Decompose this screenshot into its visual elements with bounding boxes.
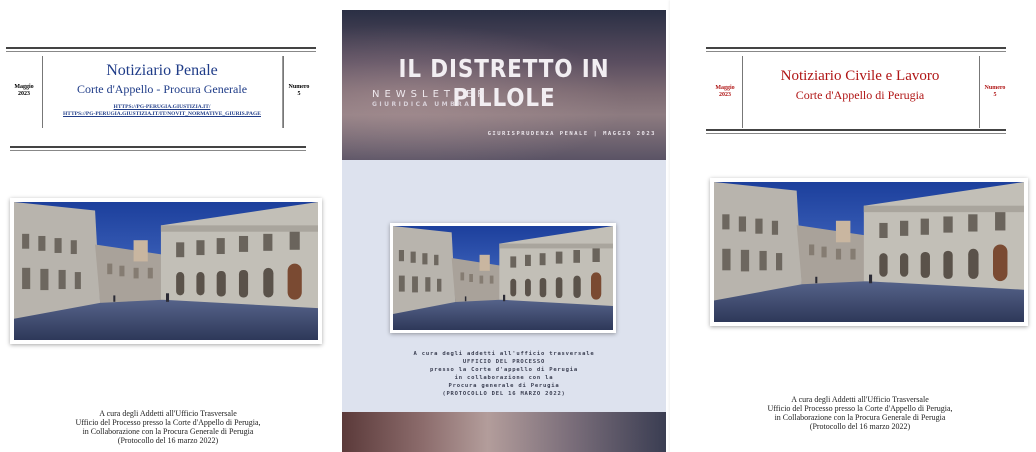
- credits-line: Procura generale di Perugia: [448, 383, 560, 389]
- credits-line: A cura degli Addetti all'Ufficio Trasver…: [791, 395, 929, 404]
- credits-line: Ufficio del Processo presso la Corte d'A…: [767, 404, 953, 413]
- credits-line: in collaborazione con la: [454, 375, 554, 381]
- credits-line: A cura degli Addetti all'Ufficio Trasver…: [99, 409, 237, 418]
- page-subtitle: Corte d'Appello di Perugia: [795, 88, 925, 102]
- site-links: HTTPS://PG-PERUGIA.GIUSTIZIA.IT/ HTTPS:/…: [42, 104, 282, 118]
- credits-line: (Protocollo del 16 marzo 2022): [117, 436, 219, 445]
- header-bottom-rule-thin: [10, 150, 306, 151]
- header-divider: [282, 56, 283, 128]
- newsletter-label: NEWSLETTER: [372, 89, 490, 100]
- credits-line: presso la Corte d'appello di Perugia: [429, 367, 578, 373]
- header-bottom-rule: [10, 146, 306, 148]
- page-title: Notiziario Civile e Lavoro: [780, 68, 940, 84]
- cover-photo: [710, 178, 1028, 326]
- issue-number-label: Numero: [288, 84, 310, 90]
- cover-footer-band: [342, 412, 666, 452]
- cover-distretto-in-pillole: IL DISTRETTO IN PILLOLE NEWSLETTER GIURI…: [342, 10, 666, 452]
- issue-number-value: 5: [993, 92, 997, 98]
- credits-line: UFFICIO DEL PROCESSO: [462, 359, 546, 365]
- newsletter-sublabel: GIURIDICA UMBRA: [372, 101, 472, 108]
- header-top-rule: [6, 47, 316, 49]
- credits-line: (Protocollo del 16 marzo 2022): [809, 422, 911, 431]
- link-novita[interactable]: HTTPS://PG-PERUGIA.GIUSTIZIA.IT/IT/NOVIT…: [42, 111, 282, 118]
- issue-month: Maggio: [715, 85, 735, 91]
- cover-photo: [10, 198, 322, 344]
- credits-line: in Collaborazione con la Procura General…: [82, 427, 254, 436]
- cover-notiziario-civile: Maggio 2023 Notiziario Civile e Lavoro C…: [670, 0, 1036, 452]
- issue-date: Maggio 2023: [12, 84, 36, 98]
- issue-number-label: Numero: [984, 85, 1006, 91]
- header-top-rule-thin: [706, 51, 1006, 52]
- credits-line: Ufficio del Processo presso la Corte d'A…: [75, 418, 261, 427]
- issue-year: 2023: [18, 91, 30, 97]
- credits: A cura degli Addetti all'Ufficio Trasver…: [700, 395, 1020, 431]
- page-title: Notiziario Penale: [106, 62, 218, 79]
- credits-line: (PROTOCOLLO DEL 16 MARZO 2022): [442, 391, 566, 397]
- credits-line: A cura degli addetti all'ufficio trasver…: [413, 351, 595, 357]
- section-label: GIURISPRUDENZA PENALE | MAGGIO 2023: [487, 131, 656, 137]
- issue-month: Maggio: [14, 84, 34, 90]
- issue-number-value: 5: [297, 91, 301, 97]
- issue-date: Maggio 2023: [710, 85, 740, 99]
- page-subtitle: Corte d'Appello - Procura Generale: [76, 82, 248, 96]
- issue-number: Numero 5: [980, 85, 1010, 99]
- cover-notiziario-penale: Maggio 2023 Notiziario Penale Corte d'Ap…: [0, 0, 336, 452]
- header-bottom-rule: [706, 129, 1006, 131]
- credits: A cura degli addetti all'ufficio trasver…: [342, 350, 666, 398]
- header-bottom-rule-thin: [706, 133, 1006, 134]
- issue-number: Numero 5: [284, 84, 314, 98]
- issue-year: 2023: [719, 92, 731, 98]
- header-top-rule-thin: [6, 51, 316, 52]
- cover-photo: [390, 223, 616, 333]
- credits-line: in Collaborazione con la Procura General…: [774, 413, 946, 422]
- header-top-rule: [706, 47, 1006, 49]
- credits: A cura degli Addetti all'Ufficio Trasver…: [10, 409, 326, 445]
- link-homepage[interactable]: HTTPS://PG-PERUGIA.GIUSTIZIA.IT/: [42, 104, 282, 111]
